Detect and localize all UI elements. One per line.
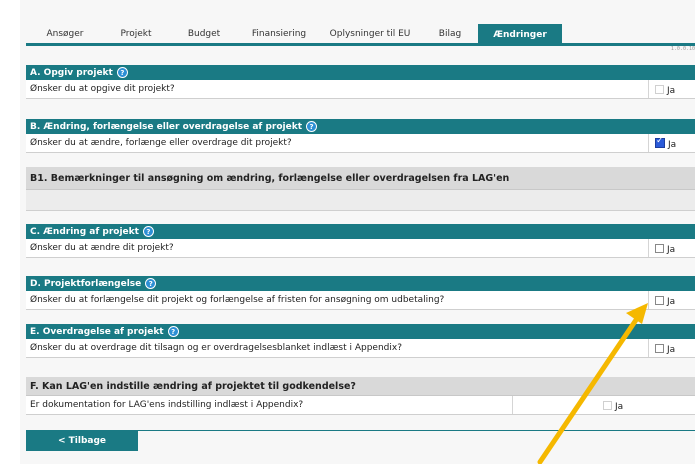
section-f-row: Er dokumentation for LAG'ens indstilling… <box>26 396 695 415</box>
section-b-title: B. Ændring, forlængelse eller overdragel… <box>30 121 303 132</box>
section-b1: B1. Bemærkninger til ansøgning om ændrin… <box>26 167 695 211</box>
ja-label: Ja <box>667 345 676 355</box>
tab-oplysninger-til-eu[interactable]: Oplysninger til EU <box>318 24 422 43</box>
section-b-answer: Ja <box>648 134 695 152</box>
section-b-row: Ønsker du at ændre, forlænge eller overd… <box>26 134 695 153</box>
tab-finansiering[interactable]: Finansiering <box>240 24 318 43</box>
section-a-question: Ønsker du at opgive dit projekt? <box>30 84 175 94</box>
section-c-header: C. Ændring af projekt ? <box>26 224 695 239</box>
ja-label: Ja <box>668 140 677 150</box>
section-a-row: Ønsker du at opgive dit projekt? Ja <box>26 80 695 99</box>
tab-bilag[interactable]: Bilag <box>422 24 478 43</box>
section-c-title: C. Ændring af projekt <box>30 226 139 237</box>
tab-budget[interactable]: Budget <box>168 24 240 43</box>
section-d-answer: Ja <box>648 291 695 309</box>
help-icon[interactable]: ? <box>142 226 154 237</box>
section-b1-header: B1. Bemærkninger til ansøgning om ændrin… <box>26 167 695 190</box>
aendre-projekt-checkbox[interactable] <box>655 243 664 253</box>
tab-aendringer[interactable]: Ændringer <box>478 24 562 45</box>
ja-label: Ja <box>615 402 624 412</box>
section-e-header: E. Overdragelse af projekt ? <box>26 324 695 339</box>
tab-bar: Ansøger Projekt Budget Finansiering Oply… <box>26 24 695 46</box>
section-c: C. Ændring af projekt ? Ønsker du at ænd… <box>26 224 695 258</box>
section-e: E. Overdragelse af projekt ? Ønsker du a… <box>26 324 695 358</box>
section-a-answer: Ja <box>648 80 695 98</box>
section-c-question: Ønsker du at ændre dit projekt? <box>30 243 174 253</box>
section-a-header: A. Opgiv projekt ? <box>26 65 695 80</box>
lag-indstilling-checkbox[interactable] <box>603 400 612 410</box>
help-icon[interactable]: ? <box>116 67 128 78</box>
section-c-answer: Ja <box>648 239 695 257</box>
section-a-title: A. Opgiv projekt <box>30 67 113 78</box>
section-d-header: D. Projektforlængelse ? <box>26 276 695 291</box>
opgiv-projekt-checkbox[interactable] <box>655 84 664 94</box>
section-d: D. Projektforlængelse ? Ønsker du at for… <box>26 276 695 310</box>
section-e-answer: Ja <box>648 339 695 357</box>
section-d-title: D. Projektforlængelse <box>30 278 142 289</box>
section-e-row: Ønsker du at overdrage dit tilsagn og er… <box>26 339 695 358</box>
section-e-question: Ønsker du at overdrage dit tilsagn og er… <box>30 343 402 353</box>
section-f: F. Kan LAG'en indstille ændring af proje… <box>26 377 695 415</box>
aendre-forlaenge-overdrage-checkbox[interactable] <box>655 136 665 148</box>
section-b1-remarks-area <box>26 190 695 211</box>
section-d-row: Ønsker du at forlængelse dit projekt og … <box>26 291 695 310</box>
section-a: A. Opgiv projekt ? Ønsker du at opgive d… <box>26 65 695 99</box>
help-icon[interactable]: ? <box>167 326 179 337</box>
section-d-question: Ønsker du at forlængelse dit projekt og … <box>30 295 445 305</box>
ja-label: Ja <box>667 86 676 96</box>
section-b1-title: B1. Bemærkninger til ansøgning om ændrin… <box>30 172 510 184</box>
section-b: B. Ændring, forlængelse eller overdragel… <box>26 119 695 153</box>
section-b-header: B. Ændring, forlængelse eller overdragel… <box>26 119 695 134</box>
overdragelse-checkbox[interactable] <box>655 343 664 353</box>
tab-ansoger[interactable]: Ansøger <box>26 24 104 43</box>
section-f-title: F. Kan LAG'en indstille ændring af proje… <box>30 380 356 392</box>
ja-label: Ja <box>667 297 676 307</box>
section-b-question: Ønsker du at ændre, forlænge eller overd… <box>30 138 292 148</box>
ja-label: Ja <box>667 245 676 255</box>
section-e-title: E. Overdragelse af projekt <box>30 326 164 337</box>
forlaengelse-checkbox[interactable] <box>655 295 664 305</box>
tab-projekt[interactable]: Projekt <box>104 24 168 43</box>
help-icon[interactable]: ? <box>306 121 318 132</box>
version-label: 1.0.0.10 <box>670 46 695 52</box>
back-button[interactable]: < Tilbage <box>26 430 138 451</box>
section-f-answer: Ja <box>512 396 695 414</box>
help-icon[interactable]: ? <box>145 278 157 289</box>
section-c-row: Ønsker du at ændre dit projekt? Ja <box>26 239 695 258</box>
section-f-header: F. Kan LAG'en indstille ændring af proje… <box>26 377 695 396</box>
